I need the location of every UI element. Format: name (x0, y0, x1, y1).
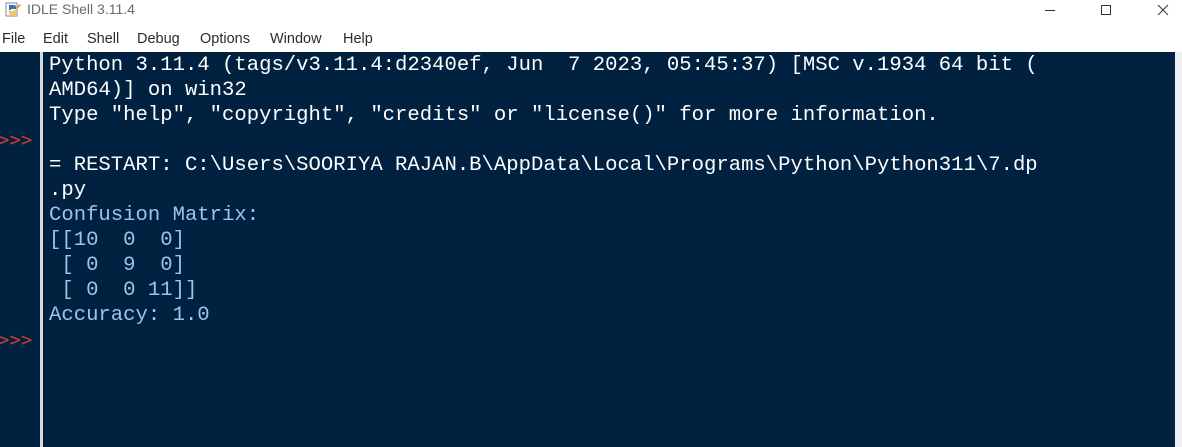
menu-edit[interactable]: Edit (43, 30, 68, 48)
menu-file[interactable]: File (2, 30, 25, 48)
maximize-button[interactable] (1083, 0, 1129, 20)
menu-help[interactable]: Help (343, 30, 373, 48)
menu-window[interactable]: Window (270, 30, 322, 48)
shell-line: Python 3.11.4 (tags/v3.11.4:d2340ef, Jun… (49, 54, 1038, 77)
title-bar[interactable]: IDLE Shell 3.11.4 (0, 0, 1182, 27)
close-button[interactable] (1140, 0, 1182, 20)
stdout-line: [ 0 9 0] (49, 254, 185, 277)
stdout-line: [[10 0 0] (49, 229, 185, 252)
stdout-line: Accuracy: 1.0 (49, 304, 210, 327)
window-title: IDLE Shell 3.11.4 (27, 1, 135, 17)
restart-line: = RESTART: C:\Users\SOORIYA RAJAN.B\AppD… (49, 154, 1038, 177)
restart-line: .py (49, 179, 87, 202)
menu-shell[interactable]: Shell (87, 30, 119, 48)
close-icon (1157, 4, 1169, 16)
menu-debug[interactable]: Debug (137, 30, 180, 48)
stdout-line: Confusion Matrix: (49, 204, 260, 227)
shell-line: AMD64)] on win32 (49, 79, 247, 102)
shell-prompt: >>> (0, 129, 33, 151)
vertical-scrollbar[interactable] (1175, 52, 1182, 447)
shell-line: Type "help", "copyright", "credits" or "… (49, 104, 939, 127)
prompt-gutter: >>> >>> (0, 52, 40, 447)
menu-options[interactable]: Options (200, 30, 250, 48)
python-idle-icon (4, 1, 22, 19)
idle-shell-window: IDLE Shell 3.11.4 File Edit Shell Debug … (0, 0, 1182, 447)
minimize-icon (1045, 10, 1055, 11)
maximize-icon (1101, 5, 1111, 15)
shell-text-area[interactable]: Python 3.11.4 (tags/v3.11.4:d2340ef, Jun… (43, 52, 1175, 447)
minimize-button[interactable] (1027, 0, 1073, 20)
stdout-line: [ 0 0 11]] (49, 279, 198, 302)
shell-prompt: >>> (0, 329, 33, 351)
menu-bar: File Edit Shell Debug Options Window Hel… (0, 27, 1182, 51)
